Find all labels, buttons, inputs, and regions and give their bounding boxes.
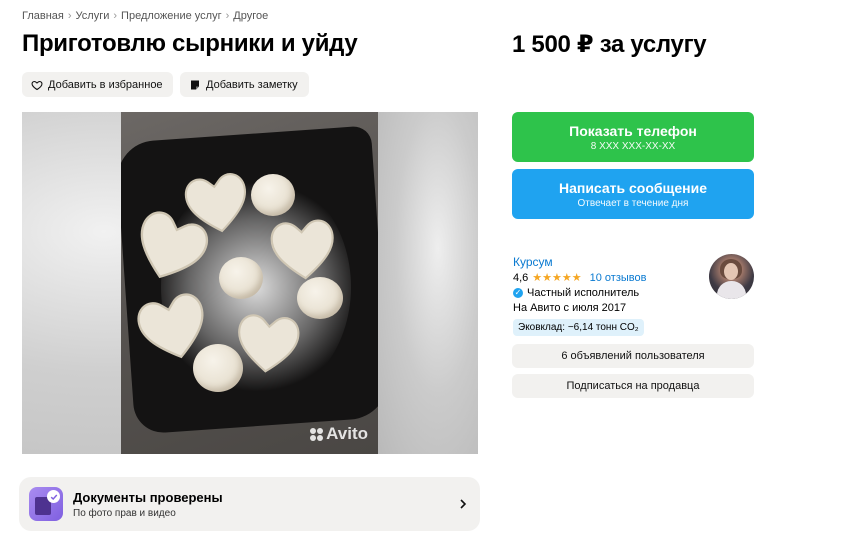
seller-name-link[interactable]: Курсум <box>513 255 553 269</box>
seller-avatar[interactable] <box>709 254 754 299</box>
documents-verified-banner[interactable]: Документы проверены По фото прав и видео <box>19 477 480 531</box>
avito-logo-icon <box>310 427 324 441</box>
breadcrumb-item-home[interactable]: Главная <box>22 10 64 22</box>
documents-text: Документы проверены По фото прав и видео <box>73 490 458 519</box>
add-note-label: Добавить заметку <box>206 78 298 91</box>
seller-rating: 4,6 ★★★★★ 10 отзывов <box>513 271 647 285</box>
subscribe-seller-button[interactable]: Подписаться на продавца <box>512 374 754 398</box>
chevron-right-icon <box>460 499 467 509</box>
documents-title: Документы проверены <box>73 489 223 505</box>
reviews-link[interactable]: 10 отзывов <box>590 272 647 284</box>
masked-phone: 8 XXX XXX-XX-XX <box>590 140 676 152</box>
breadcrumb-separator-icon: › <box>225 10 230 22</box>
documents-subtitle: По фото прав и видео <box>73 507 176 519</box>
user-ads-button[interactable]: 6 объявлений пользователя <box>512 344 754 368</box>
page-title: Приготовлю сырники и уйду <box>22 30 358 57</box>
avito-watermark: Avito <box>310 424 368 444</box>
show-phone-button[interactable]: Показать телефон 8 XXX XXX-XX-XX <box>512 112 754 162</box>
price: 1 500 ₽ за услугу <box>512 31 707 58</box>
show-phone-label: Показать телефон <box>569 122 697 139</box>
documents-verified-icon <box>29 487 63 521</box>
round-syrnik <box>219 257 263 299</box>
breadcrumb-separator-icon: › <box>113 10 118 22</box>
rating-stars-icon: ★★★★★ <box>532 272 582 284</box>
rating-value: 4,6 <box>513 271 529 284</box>
response-time: Отвечает в течение дня <box>577 197 689 209</box>
breadcrumb-separator-icon: › <box>67 10 72 22</box>
round-syrnik <box>251 174 295 216</box>
add-to-favorites-button[interactable]: Добавить в избранное <box>22 72 173 97</box>
add-note-button[interactable]: Добавить заметку <box>180 72 309 97</box>
seller-since: На Авито с июля 2017 <box>513 302 627 314</box>
seller-type: ✓ Частный исполнитель <box>513 287 639 299</box>
breadcrumb-item-offer[interactable]: Предложение услуг <box>121 10 222 22</box>
write-message-label: Написать сообщение <box>558 179 708 196</box>
add-to-favorites-label: Добавить в избранное <box>48 78 163 91</box>
heart-icon <box>31 80 43 90</box>
photo-gallery[interactable]: Avito <box>22 112 478 454</box>
heart-syrnik <box>264 209 342 287</box>
seller-type-label: Частный исполнитель <box>527 287 640 299</box>
eco-contribution-badge[interactable]: Эковклад: −6,14 тонн CO₂ <box>513 319 644 336</box>
round-syrnik <box>193 344 243 392</box>
write-message-button[interactable]: Написать сообщение Отвечает в течение дн… <box>512 169 754 219</box>
gallery-blur-background-right <box>378 112 478 454</box>
main-photo[interactable]: Avito <box>121 112 378 454</box>
note-icon <box>191 80 199 89</box>
breadcrumb: Главная › Услуги › Предложение услуг › Д… <box>22 10 268 22</box>
watermark-text: Avito <box>326 424 368 443</box>
verified-check-icon: ✓ <box>513 288 523 298</box>
breadcrumb-item-other[interactable]: Другое <box>233 10 268 22</box>
breadcrumb-item-services[interactable]: Услуги <box>76 10 110 22</box>
